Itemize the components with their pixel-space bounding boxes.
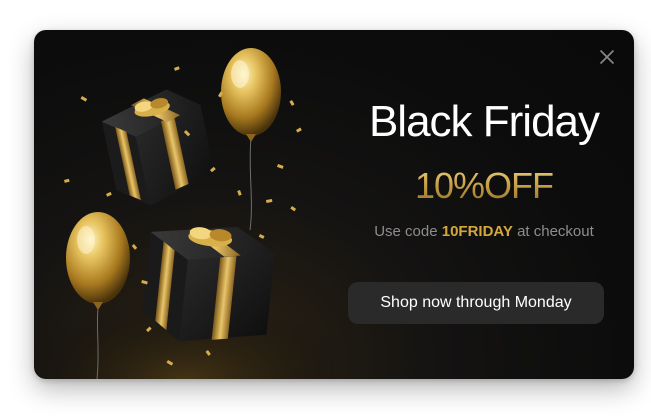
page: Black Friday 10%OFF Use code 10FRIDAY at… xyxy=(0,0,651,417)
gifts-balloons-illustration xyxy=(34,30,334,379)
promo-content: Black Friday 10%OFF Use code 10FRIDAY at… xyxy=(334,30,634,379)
promo-code-line: Use code 10FRIDAY at checkout xyxy=(334,222,634,242)
promo-code: 10FRIDAY xyxy=(441,223,513,240)
code-suffix: at checkout xyxy=(517,223,594,240)
balloon-top xyxy=(221,48,281,142)
shop-now-button[interactable]: Shop now through Monday xyxy=(348,282,604,324)
code-prefix: Use code xyxy=(374,223,438,240)
promo-title: Black Friday xyxy=(368,97,600,146)
discount-offer: 10%OFF xyxy=(334,164,634,208)
black-friday-popup: Black Friday 10%OFF Use code 10FRIDAY at… xyxy=(34,30,634,379)
